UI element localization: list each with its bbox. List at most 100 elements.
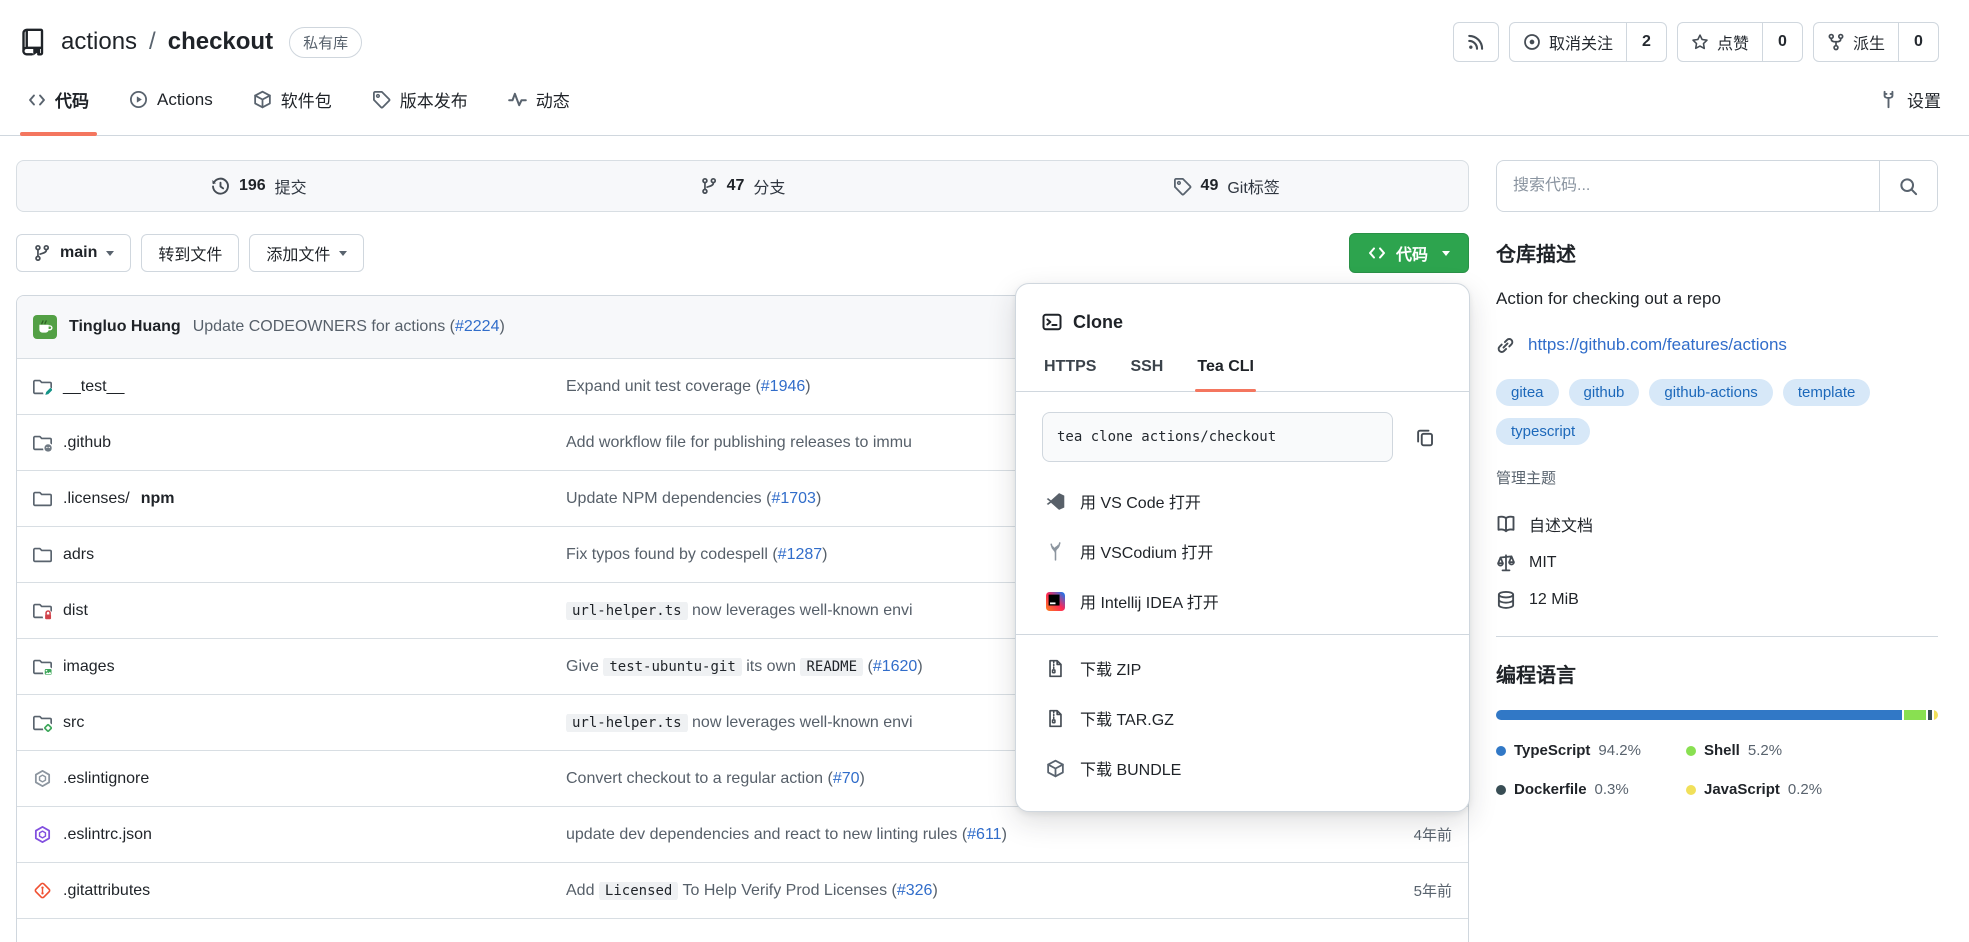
rss-button[interactable] xyxy=(1454,23,1498,61)
add-file-button[interactable]: 添加文件 xyxy=(249,234,364,272)
file-link[interactable]: .eslintignore xyxy=(63,770,149,788)
menu-item[interactable]: 用 VS Code 打开 xyxy=(1042,476,1443,526)
message-text: Update NPM dependencies ( xyxy=(566,490,771,507)
message-text: ) xyxy=(499,318,504,335)
search-input[interactable] xyxy=(1497,161,1879,211)
issue-link[interactable]: #326 xyxy=(897,882,933,899)
language-legend: TypeScript94.2%Shell5.2% Dockerfile0.3%Ja… xyxy=(1496,742,1938,798)
code-dropdown-button[interactable]: 代码 xyxy=(1349,233,1469,273)
fork-button[interactable]: 派生 xyxy=(1814,23,1898,61)
tab-activity[interactable]: 动态 xyxy=(496,64,582,135)
idea-icon xyxy=(1046,592,1065,611)
menu-item-label: 用 Intellij IDEA 打开 xyxy=(1080,589,1219,613)
goto-file-button[interactable]: 转到文件 xyxy=(141,234,239,272)
code-button-label: 代码 xyxy=(1396,241,1428,265)
issue-link[interactable]: #1946 xyxy=(761,378,806,395)
tab-code[interactable]: 代码 xyxy=(16,64,101,135)
topic-template[interactable]: template xyxy=(1783,379,1871,406)
star-button[interactable]: 点赞 xyxy=(1678,23,1762,61)
file-link[interactable]: src xyxy=(63,714,84,732)
star-count[interactable]: 0 xyxy=(1762,23,1802,61)
file-commit-time: 4年前 xyxy=(1332,824,1452,845)
tag-icon xyxy=(1173,177,1192,196)
search-button[interactable] xyxy=(1879,161,1937,211)
clone-tab-ssh[interactable]: SSH xyxy=(1128,354,1165,391)
file-link[interactable]: .github xyxy=(63,434,111,452)
tab-releases-label: 版本发布 xyxy=(400,87,468,112)
menu-item-label: 用 VS Code 打开 xyxy=(1080,489,1201,513)
star-button-group: 点赞0 xyxy=(1677,22,1803,62)
message-text: Add xyxy=(566,882,599,899)
file-link[interactable]: adrs xyxy=(63,546,94,564)
repo-page: actions / checkout 私有库 取消关注2点赞0派生0 代码Act… xyxy=(0,0,1969,942)
issue-link[interactable]: #1620 xyxy=(873,658,918,675)
watch-count[interactable]: 2 xyxy=(1626,23,1666,61)
clone-command-input[interactable] xyxy=(1042,412,1393,462)
tab-actions[interactable]: Actions xyxy=(117,64,225,135)
goto-file-label: 转到文件 xyxy=(158,241,222,265)
file-link[interactable]: .gitattributes xyxy=(63,882,150,900)
file-commit-message: update dev dependencies and react to new… xyxy=(566,826,1332,844)
description-title: 仓库描述 xyxy=(1496,238,1938,267)
topic-github[interactable]: github xyxy=(1569,379,1640,406)
file-link[interactable]: dist xyxy=(63,602,88,620)
issue-link[interactable]: #1287 xyxy=(778,546,823,563)
copy-button[interactable] xyxy=(1407,419,1443,455)
avatar[interactable] xyxy=(33,315,57,339)
issue-link[interactable]: #611 xyxy=(967,826,1001,843)
file-link[interactable]: images xyxy=(63,658,115,676)
repo-owner-link[interactable]: actions xyxy=(61,28,137,56)
file-commit-message: Add Licensed To Help Verify Prod License… xyxy=(566,882,1332,900)
legend-dockerfile[interactable]: Dockerfile0.3% xyxy=(1496,781,1686,798)
tab-settings-label: 设置 xyxy=(1907,87,1941,112)
open-in-editor-list: 用 VS Code 打开用 VSCodium 打开用 Intellij IDEA… xyxy=(1042,476,1443,626)
stat-tags[interactable]: 49Git标签 xyxy=(984,161,1468,211)
file-link[interactable]: __test__ xyxy=(63,378,124,396)
commit-author-link[interactable]: Tingluo Huang xyxy=(69,318,181,336)
menu-item[interactable]: 用 Intellij IDEA 打开 xyxy=(1042,576,1443,626)
branch-selector[interactable]: main xyxy=(16,234,131,272)
tab-packages[interactable]: 软件包 xyxy=(241,64,344,135)
meta-book[interactable]: 自述文档 xyxy=(1496,512,1938,536)
stat-branches[interactable]: 47分支 xyxy=(501,161,985,211)
issue-link[interactable]: #70 xyxy=(833,770,860,787)
legend-javascript[interactable]: JavaScript0.2% xyxy=(1686,781,1938,798)
code-icon xyxy=(1368,244,1386,262)
legend-typescript[interactable]: TypeScript94.2% xyxy=(1496,742,1686,759)
issue-link[interactable]: #2224 xyxy=(455,318,500,335)
file-entry: images xyxy=(33,657,566,676)
file-link[interactable]: .eslintrc.json xyxy=(63,826,152,844)
menu-item[interactable]: 下载 BUNDLE xyxy=(1042,743,1443,793)
tab-releases[interactable]: 版本发布 xyxy=(360,64,480,135)
menu-item[interactable]: 下载 TAR.GZ xyxy=(1042,693,1443,743)
main-content: 196提交47分支49Git标签 main 转到文件 添加文件 代码 xyxy=(0,160,1969,942)
topic-github-actions[interactable]: github-actions xyxy=(1649,379,1772,406)
watch-button[interactable]: 取消关注 xyxy=(1510,23,1626,61)
meta-law[interactable]: MIT xyxy=(1496,553,1938,573)
clone-tab-https[interactable]: HTTPS xyxy=(1042,354,1098,391)
message-text: its own xyxy=(742,658,801,675)
manage-topics-link[interactable]: 管理主题 xyxy=(1496,467,1556,488)
message-text: ) xyxy=(805,378,810,395)
stat-commits[interactable]: 196提交 xyxy=(17,161,501,211)
legend-pct: 0.2% xyxy=(1788,781,1822,798)
meta-database[interactable]: 12 MiB xyxy=(1496,590,1938,610)
menu-item[interactable]: 下载 ZIP xyxy=(1042,643,1443,693)
fork-count[interactable]: 0 xyxy=(1898,23,1938,61)
law-icon xyxy=(1496,553,1516,573)
topic-gitea[interactable]: gitea xyxy=(1496,379,1559,406)
stat-commits-value: 196 xyxy=(239,177,266,195)
website-link[interactable]: https://github.com/features/actions xyxy=(1528,335,1787,355)
file-link[interactable]: npm xyxy=(141,490,175,508)
vscode-icon xyxy=(1046,492,1065,511)
tab-settings[interactable]: 设置 xyxy=(1867,64,1953,135)
website-row: https://github.com/features/actions xyxy=(1496,335,1938,355)
file-link[interactable]: .licenses/ xyxy=(63,490,130,508)
clone-tab-tea-cli[interactable]: Tea CLI xyxy=(1195,354,1256,391)
issue-link[interactable]: #1703 xyxy=(771,490,816,507)
legend-shell[interactable]: Shell5.2% xyxy=(1686,742,1938,759)
lang-bar-shell xyxy=(1904,710,1926,720)
menu-item[interactable]: 用 VSCodium 打开 xyxy=(1042,526,1443,576)
topic-typescript[interactable]: typescript xyxy=(1496,418,1590,445)
repo-name-link[interactable]: checkout xyxy=(168,28,273,56)
